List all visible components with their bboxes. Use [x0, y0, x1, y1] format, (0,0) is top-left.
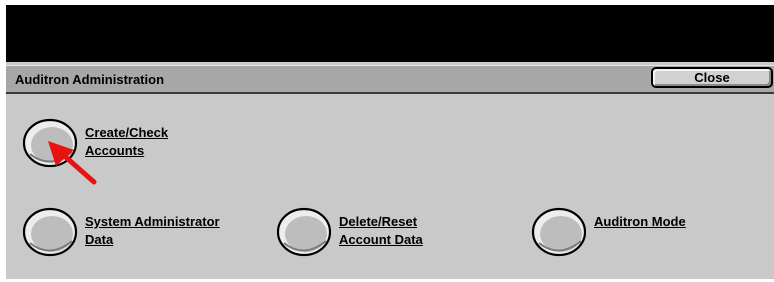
auditron-mode-button[interactable]	[531, 207, 587, 257]
window-title: Auditron Administration	[15, 72, 165, 87]
title-bar: Auditron Administration Close	[6, 65, 774, 94]
close-button[interactable]: Close	[651, 67, 773, 88]
system-administrator-data-button[interactable]	[22, 207, 78, 257]
delete-reset-account-data-label: Delete/Reset Account Data	[339, 214, 423, 247]
auditron-mode-label: Auditron Mode	[594, 214, 686, 229]
delete-reset-account-data-button[interactable]	[276, 207, 332, 257]
system-administrator-data-label: System Administrator Data	[85, 214, 220, 247]
red-arrow-icon	[44, 138, 102, 193]
auditron-screen: Auditron Administration Close Create/Che…	[6, 5, 774, 279]
message-bar	[6, 5, 774, 62]
